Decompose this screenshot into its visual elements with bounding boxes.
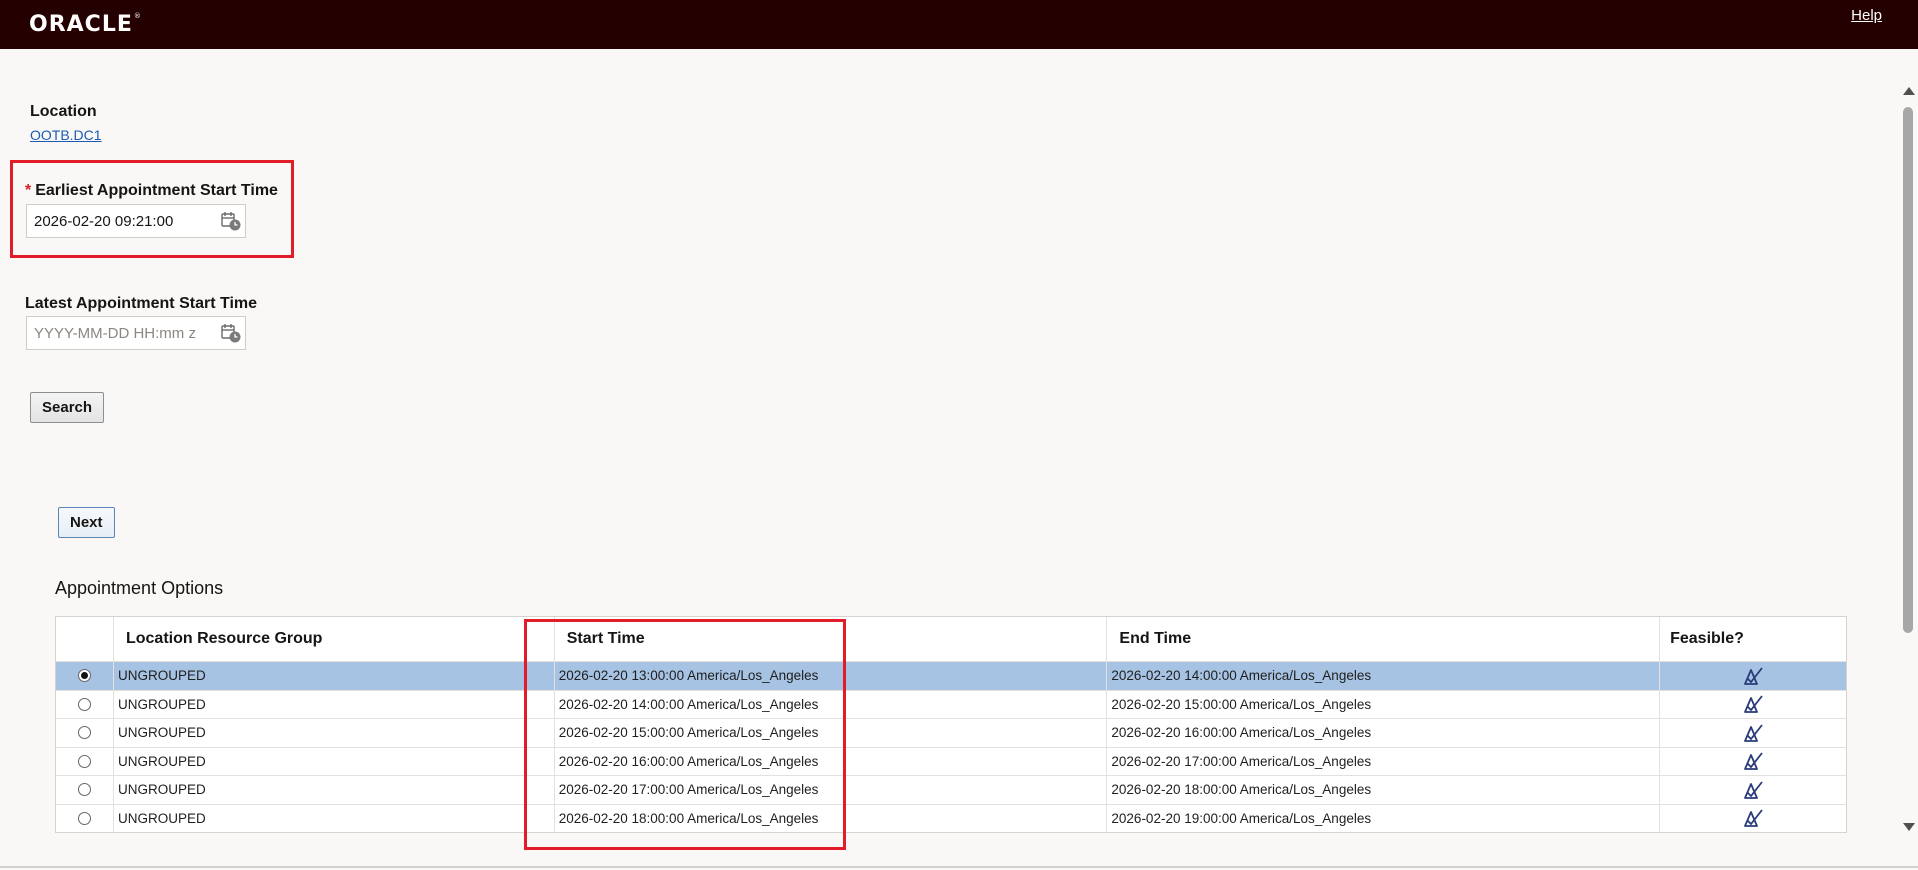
row-select-radio[interactable] xyxy=(77,811,91,825)
select-cell xyxy=(56,719,113,747)
earliest-start-field xyxy=(26,204,246,238)
oracle-logo: ORACLE® xyxy=(29,12,142,37)
end-time-cell: 2026-02-20 15:00:00 America/Los_Angeles xyxy=(1106,690,1659,718)
end-time-cell: 2026-02-20 16:00:00 America/Los_Angeles xyxy=(1106,719,1659,747)
row-select-radio[interactable] xyxy=(77,697,91,711)
select-cell xyxy=(56,691,113,719)
latest-start-label: Latest Appointment Start Time xyxy=(25,295,258,312)
feasible-cell xyxy=(1659,690,1846,718)
select-cell xyxy=(56,776,113,804)
location-label: Location xyxy=(30,103,97,120)
end-time-cell: 2026-02-20 18:00:00 America/Los_Angeles xyxy=(1106,776,1659,804)
calendar-clock-icon[interactable] xyxy=(220,322,242,344)
resource-group-cell: UNGROUPED xyxy=(112,662,554,690)
location-link[interactable]: OOTB.DC1 xyxy=(30,127,102,143)
feasible-cell xyxy=(1659,747,1846,775)
column-header-start-time[interactable]: Start Time xyxy=(553,617,1107,661)
top-bar: ORACLE® Help xyxy=(0,0,1918,49)
resource-group-cell: UNGROUPED xyxy=(112,690,554,718)
scroll-thumb[interactable] xyxy=(1903,107,1913,633)
logo-text: ORACLE xyxy=(29,12,133,37)
appointment-options-title: Appointment Options xyxy=(55,578,224,598)
end-time-cell: 2026-02-20 19:00:00 America/Los_Angeles xyxy=(1106,804,1659,832)
select-cell xyxy=(56,748,113,776)
earliest-start-input[interactable] xyxy=(27,205,217,237)
end-time-cell: 2026-02-20 17:00:00 America/Los_Angeles xyxy=(1106,747,1659,775)
column-header-resource-group[interactable]: Location Resource Group xyxy=(112,617,554,661)
table-body: UNGROUPED 2026-02-20 13:00:00 America/Los… xyxy=(56,661,1846,832)
start-time-cell: 2026-02-20 14:00:00 America/Los_Angeles xyxy=(553,690,1107,718)
feasible-cell xyxy=(1659,662,1846,690)
row-select-radio[interactable] xyxy=(77,783,91,797)
calendar-clock-icon[interactable] xyxy=(220,210,242,232)
next-button[interactable]: Next xyxy=(58,507,115,538)
start-time-cell: 2026-02-20 13:00:00 America/Los_Angeles xyxy=(553,662,1107,690)
search-button[interactable]: Search xyxy=(30,392,105,423)
select-cell xyxy=(56,662,113,690)
latest-start-field xyxy=(26,316,246,350)
latest-start-input[interactable] xyxy=(27,317,217,349)
scroll-up-arrow-icon[interactable] xyxy=(1903,87,1915,95)
end-time-cell: 2026-02-20 14:00:00 America/Los_Angeles xyxy=(1106,662,1659,690)
feasible-check-icon[interactable] xyxy=(1742,780,1764,800)
row-select-radio[interactable] xyxy=(77,669,91,683)
registered-mark: ® xyxy=(133,12,142,20)
start-time-cell: 2026-02-20 15:00:00 America/Los_Angeles xyxy=(553,719,1107,747)
resource-group-cell: UNGROUPED xyxy=(112,776,554,804)
feasible-check-icon[interactable] xyxy=(1742,666,1764,686)
earliest-start-label-text: Earliest Appointment Start Time xyxy=(35,182,278,199)
column-header-feasible[interactable]: Feasible? xyxy=(1659,617,1846,661)
table-header-row: Location Resource Group Start Time End T… xyxy=(56,617,1846,661)
start-time-cell: 2026-02-20 18:00:00 America/Los_Angeles xyxy=(553,804,1107,832)
table-row[interactable]: UNGROUPED 2026-02-20 13:00:00 America/Los… xyxy=(56,661,1846,690)
table-row[interactable]: UNGROUPED 2026-02-20 17:00:00 America/Los… xyxy=(56,775,1846,804)
column-header-end-time[interactable]: End Time xyxy=(1106,617,1659,661)
bottom-divider xyxy=(0,866,1918,868)
required-marker: * xyxy=(25,182,32,199)
resource-group-cell: UNGROUPED xyxy=(112,804,554,832)
row-select-radio[interactable] xyxy=(77,754,91,768)
table-row[interactable]: UNGROUPED 2026-02-20 14:00:00 America/Los… xyxy=(56,689,1846,719)
table-row[interactable]: UNGROUPED 2026-02-20 16:00:00 America/Los… xyxy=(56,746,1846,776)
appointment-options-table: Location Resource Group Start Time End T… xyxy=(55,616,1847,833)
help-link[interactable]: Help xyxy=(1851,7,1882,24)
feasible-check-icon[interactable] xyxy=(1742,694,1764,714)
scroll-down-arrow-icon[interactable] xyxy=(1903,823,1915,831)
row-select-radio[interactable] xyxy=(77,726,91,740)
select-cell xyxy=(56,805,113,833)
earliest-start-label: * Earliest Appointment Start Time xyxy=(25,182,278,200)
table-row[interactable]: UNGROUPED 2026-02-20 18:00:00 America/Los… xyxy=(56,803,1846,833)
table-row[interactable]: UNGROUPED 2026-02-20 15:00:00 America/Los… xyxy=(56,718,1846,747)
feasible-cell xyxy=(1659,776,1846,804)
feasible-cell xyxy=(1659,719,1846,747)
feasible-cell xyxy=(1659,804,1846,832)
vertical-scrollbar[interactable] xyxy=(1900,85,1918,833)
feasible-check-icon[interactable] xyxy=(1742,751,1764,771)
feasible-check-icon[interactable] xyxy=(1742,723,1764,743)
feasible-check-icon[interactable] xyxy=(1742,808,1764,828)
resource-group-cell: UNGROUPED xyxy=(112,747,554,775)
start-time-cell: 2026-02-20 16:00:00 America/Los_Angeles xyxy=(553,747,1107,775)
resource-group-cell: UNGROUPED xyxy=(112,719,554,747)
start-time-cell: 2026-02-20 17:00:00 America/Los_Angeles xyxy=(553,776,1107,804)
column-header-select xyxy=(56,617,113,661)
